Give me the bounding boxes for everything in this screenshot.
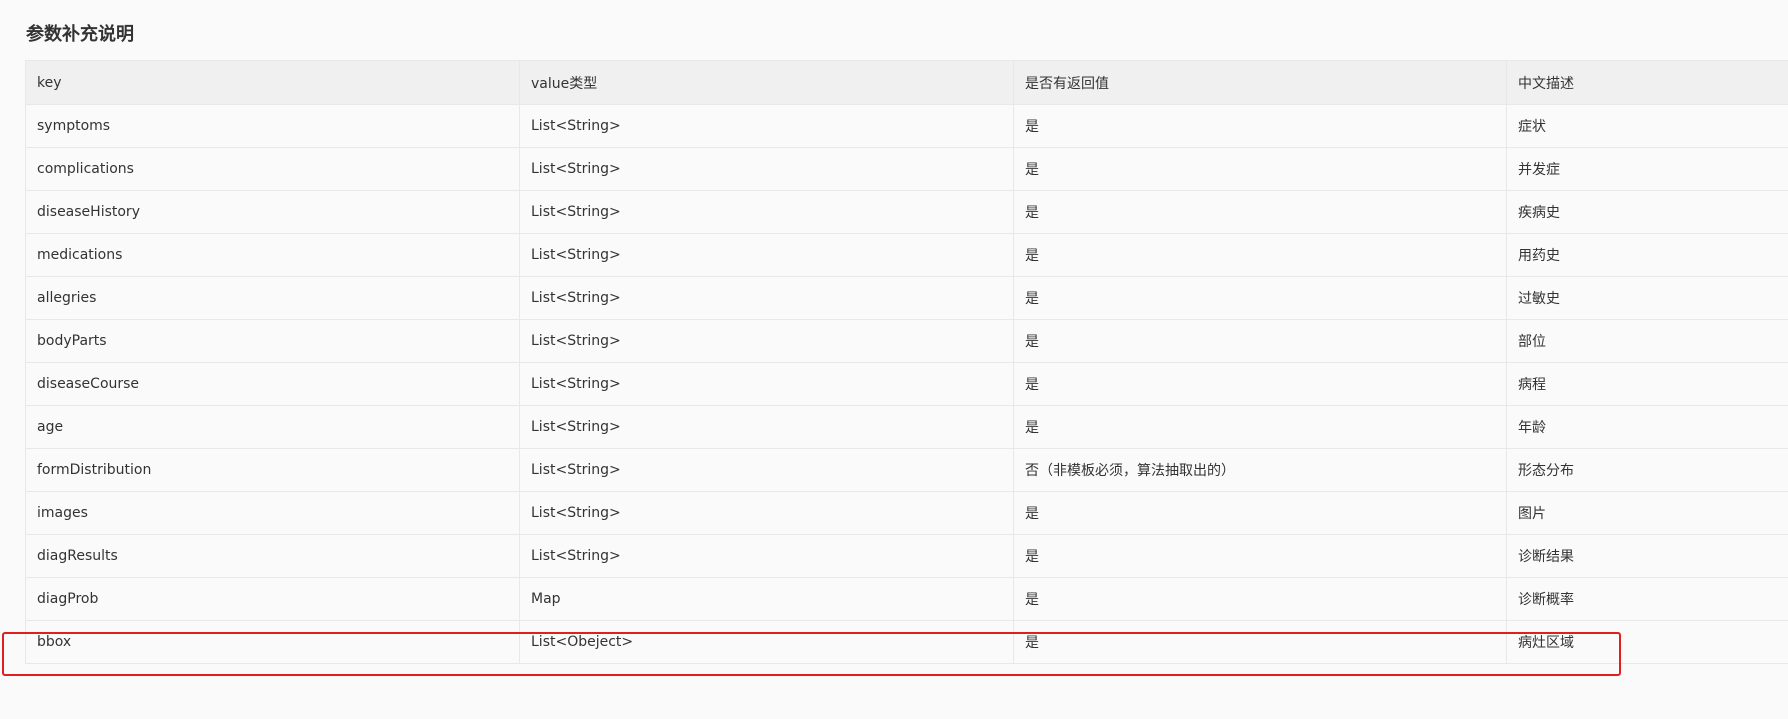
cell-key: age xyxy=(25,405,520,449)
table-row: diagResults List<String> 是 诊断结果 xyxy=(25,534,1788,578)
cell-type: List<String> xyxy=(519,319,1014,363)
table-row: formDistribution List<String> 否（非模板必须，算法… xyxy=(25,448,1788,492)
cell-returns: 否（非模板必须，算法抽取出的） xyxy=(1013,448,1507,492)
cell-type: List<String> xyxy=(519,448,1014,492)
params-table: key value类型 是否有返回值 中文描述 symptoms List<St… xyxy=(25,60,1788,664)
cell-type: List<String> xyxy=(519,233,1014,277)
cell-returns: 是 xyxy=(1013,577,1507,621)
cell-desc: 症状 xyxy=(1506,104,1788,148)
cell-desc: 形态分布 xyxy=(1506,448,1788,492)
cell-returns: 是 xyxy=(1013,319,1507,363)
cell-key: formDistribution xyxy=(25,448,520,492)
cell-type: List<String> xyxy=(519,491,1014,535)
cell-returns: 是 xyxy=(1013,362,1507,406)
cell-returns: 是 xyxy=(1013,190,1507,234)
header-value-type: value类型 xyxy=(519,60,1014,105)
cell-returns: 是 xyxy=(1013,233,1507,277)
cell-key: diseaseCourse xyxy=(25,362,520,406)
cell-desc: 年龄 xyxy=(1506,405,1788,449)
cell-key: diagResults xyxy=(25,534,520,578)
cell-desc: 诊断结果 xyxy=(1506,534,1788,578)
cell-key: diseaseHistory xyxy=(25,190,520,234)
cell-key: complications xyxy=(25,147,520,191)
cell-key: symptoms xyxy=(25,104,520,148)
cell-desc: 用药史 xyxy=(1506,233,1788,277)
table-row: symptoms List<String> 是 症状 xyxy=(25,104,1788,148)
table-row: age List<String> 是 年龄 xyxy=(25,405,1788,449)
table-header-row: key value类型 是否有返回值 中文描述 xyxy=(25,60,1788,105)
cell-type: List<String> xyxy=(519,362,1014,406)
cell-key: images xyxy=(25,491,520,535)
table-row: diagProb Map 是 诊断概率 xyxy=(25,577,1788,621)
cell-type: List<Obeject> xyxy=(519,620,1014,664)
cell-key: medications xyxy=(25,233,520,277)
cell-key: bodyParts xyxy=(25,319,520,363)
header-key: key xyxy=(25,60,520,105)
cell-type: List<String> xyxy=(519,405,1014,449)
section-title: 参数补充说明 xyxy=(26,24,134,45)
table-row: complications List<String> 是 并发症 xyxy=(25,147,1788,191)
cell-desc: 病灶区域 xyxy=(1506,620,1788,664)
cell-desc: 并发症 xyxy=(1506,147,1788,191)
cell-type: List<String> xyxy=(519,534,1014,578)
header-chinese-desc: 中文描述 xyxy=(1506,60,1788,105)
cell-type: List<String> xyxy=(519,276,1014,320)
cell-key: allegries xyxy=(25,276,520,320)
table-row: diseaseHistory List<String> 是 疾病史 xyxy=(25,190,1788,234)
table-row: allegries List<String> 是 过敏史 xyxy=(25,276,1788,320)
cell-desc: 病程 xyxy=(1506,362,1788,406)
cell-returns: 是 xyxy=(1013,405,1507,449)
cell-desc: 部位 xyxy=(1506,319,1788,363)
cell-returns: 是 xyxy=(1013,534,1507,578)
cell-desc: 疾病史 xyxy=(1506,190,1788,234)
cell-desc: 图片 xyxy=(1506,491,1788,535)
cell-type: Map xyxy=(519,577,1014,621)
cell-returns: 是 xyxy=(1013,276,1507,320)
table-row: bodyParts List<String> 是 部位 xyxy=(25,319,1788,363)
cell-type: List<String> xyxy=(519,104,1014,148)
cell-returns: 是 xyxy=(1013,104,1507,148)
cell-type: List<String> xyxy=(519,147,1014,191)
table-row: medications List<String> 是 用药史 xyxy=(25,233,1788,277)
cell-key: diagProb xyxy=(25,577,520,621)
page: 参数补充说明 key value类型 是否有返回值 中文描述 symptoms … xyxy=(0,0,1788,719)
cell-type: List<String> xyxy=(519,190,1014,234)
cell-returns: 是 xyxy=(1013,491,1507,535)
table-row: images List<String> 是 图片 xyxy=(25,491,1788,535)
header-has-return: 是否有返回值 xyxy=(1013,60,1507,105)
cell-desc: 诊断概率 xyxy=(1506,577,1788,621)
cell-returns: 是 xyxy=(1013,620,1507,664)
table-row-highlighted: bbox List<Obeject> 是 病灶区域 xyxy=(25,620,1788,664)
cell-desc: 过敏史 xyxy=(1506,276,1788,320)
cell-returns: 是 xyxy=(1013,147,1507,191)
table-row: diseaseCourse List<String> 是 病程 xyxy=(25,362,1788,406)
cell-key: bbox xyxy=(25,620,520,664)
